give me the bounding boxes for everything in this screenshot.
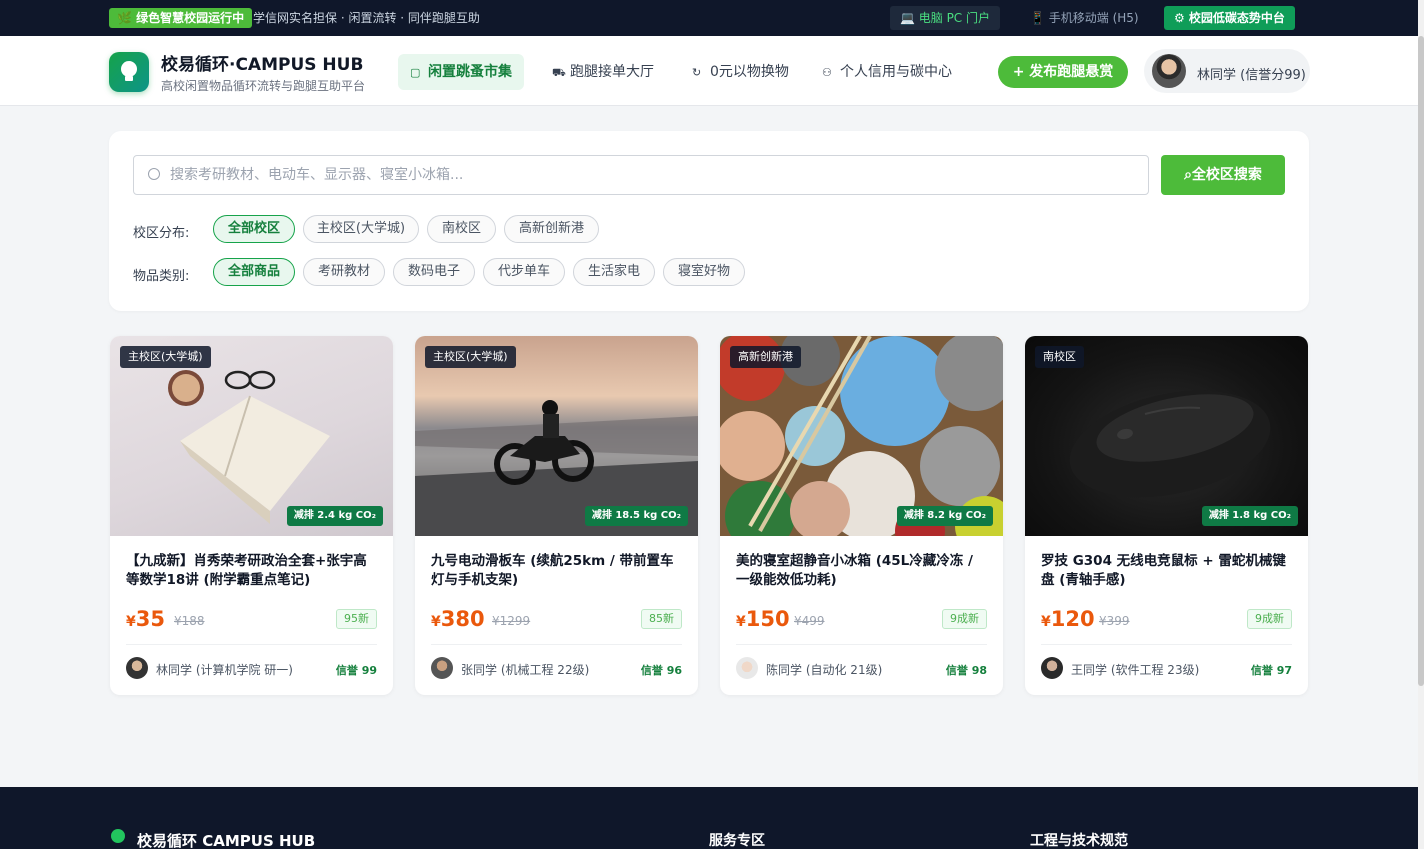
bulb-icon-base [125,76,133,81]
item-card[interactable]: 高新创新港 减排 8.2 kg CO₂ 美的寝室超静音小冰箱 (45L冷藏冷冻 … [720,336,1003,695]
scrollbar-thumb[interactable] [1418,36,1424,686]
item-title: 罗技 G304 无线电竞鼠标 + 雷蛇机械键盘 (青轴手感) [1041,553,1286,588]
nav-flea-market[interactable]: ▢ 闲置跳蚤市集 [398,54,524,90]
seller-info: 王同学 (软件工程 23级) [1071,663,1200,677]
eco-dashboard-button[interactable]: ⚙ 校园低碳态势中台 [1164,6,1295,30]
seller-avatar [126,657,148,679]
divider [431,644,682,645]
seller-credit: 信誉 96 [640,664,682,677]
item-title: 【九成新】肖秀荣考研政治全套+张宇高等数学18讲 (附学霸重点笔记) [126,553,367,588]
divider [126,644,377,645]
co2-badge: 减排 18.5 kg CO₂ [584,506,688,526]
nav-credit-center[interactable]: ⚇ 个人信用与碳中心 [810,54,964,90]
category-chip-dorm[interactable]: 寝室好物 [663,258,745,286]
campus-chip-all[interactable]: 全部校区 [213,215,295,243]
avatar [1152,54,1186,88]
category-chip-appliance[interactable]: 生活家电 [573,258,655,286]
item-card[interactable]: 主校区(大学城) 减排 18.5 kg CO₂ 九号电动滑板车 (续航25km … [415,336,698,695]
item-price: ¥35 [126,607,165,631]
category-chip-textbooks[interactable]: 考研教材 [303,258,385,286]
campus-chip-south[interactable]: 南校区 [427,215,496,243]
seller-info: 林同学 (计算机学院 研一) [156,663,293,677]
footer-specs-heading: 工程与技术规范 [1030,833,1128,849]
item-card[interactable]: 主校区(大学城) 减排 2.4 kg CO₂ 【九成新】肖秀荣考研政治全套+张宇… [110,336,393,695]
seller-info: 张同学 (机械工程 22级) [461,663,590,677]
category-chip-digital[interactable]: 数码电子 [393,258,475,286]
co2-badge: 减排 2.4 kg CO₂ [286,506,383,526]
item-title: 九号电动滑板车 (续航25km / 带前置车灯与手机支架) [431,553,674,588]
original-price: ¥188 [174,614,205,628]
search-button[interactable]: ⌕全校区搜索 [1161,155,1285,195]
search-input[interactable] [133,155,1149,195]
item-price: ¥120 [1041,607,1095,631]
seller-avatar [736,657,758,679]
footer-brand: 校易循环 CAMPUS HUB [137,832,316,849]
brand-subtitle: 高校闲置物品循环流转与跑腿互助平台 [161,79,366,93]
divider [736,644,987,645]
category-chip-bike[interactable]: 代步单车 [483,258,565,286]
campus-filter-label: 校区分布: [133,226,190,241]
seller-avatar [1041,657,1063,679]
nav-errand-hall[interactable]: ⛟ 跑腿接单大厅 [540,54,666,90]
seller-avatar [431,657,453,679]
original-price: ¥499 [794,614,825,628]
truck-icon: ⛟ [552,66,566,79]
item-image: 主校区(大学城) 减排 2.4 kg CO₂ [110,336,393,536]
campus-tag: 高新创新港 [730,346,801,368]
publish-errand-button[interactable]: + 发布跑腿悬赏 [998,56,1128,88]
item-title: 美的寝室超静音小冰箱 (45L冷藏冷冻 / 一级能效低功耗) [736,553,973,588]
item-image: 主校区(大学城) 减排 18.5 kg CO₂ [415,336,698,536]
condition-badge: 85新 [641,609,682,629]
bag-icon: ▢ [410,66,421,79]
footer-services-heading: 服务专区 [709,833,765,849]
category-filter-label: 物品类别: [133,269,190,284]
nav-barter[interactable]: ↻ 0元以物换物 [680,54,801,90]
seller-info: 陈同学 (自动化 21级) [766,663,883,677]
co2-badge: 减排 1.8 kg CO₂ [1201,506,1298,526]
item-price: ¥150 [736,607,790,631]
item-image: 高新创新港 减排 8.2 kg CO₂ [720,336,1003,556]
condition-badge: 9成新 [1247,609,1292,629]
campus-tag: 主校区(大学城) [120,346,211,368]
co2-badge: 减排 8.2 kg CO₂ [896,506,993,526]
item-image: 南校区 减排 1.8 kg CO₂ [1025,336,1308,536]
topbar-tagline: 学信网实名担保 · 闲置流转 · 同伴跑腿互助 [253,11,480,25]
campus-tag: 主校区(大学城) [425,346,516,368]
seller-credit: 信誉 97 [1250,664,1292,677]
condition-badge: 95新 [336,609,377,629]
campus-tag: 南校区 [1035,346,1084,368]
bulb-icon [111,829,125,843]
item-card[interactable]: 南校区 减排 1.8 kg CO₂ 罗技 G304 无线电竞鼠标 + 雷蛇机械键… [1025,336,1308,695]
bulb-icon [121,61,137,77]
original-price: ¥399 [1099,614,1130,628]
category-chip-all[interactable]: 全部商品 [213,258,295,286]
status-badge: 🌿 绿色智慧校园运行中 [109,8,253,28]
campus-chip-main[interactable]: 主校区(大学城) [303,215,419,243]
user-name: 林同学 (信誉分99) [1197,68,1306,83]
refresh-icon: ↻ [692,66,702,79]
original-price: ¥1299 [492,614,531,628]
user-icon: ⚇ [822,66,832,79]
pc-portal-button[interactable]: 💻 电脑 PC 门户 [890,6,1001,30]
divider [1041,644,1292,645]
mobile-h5-link[interactable]: 📱 手机移动端 (H5) [1020,6,1149,30]
condition-badge: 9成新 [942,609,987,629]
search-icon [148,168,160,180]
item-price: ¥380 [431,607,485,631]
seller-credit: 信誉 99 [335,664,377,677]
seller-credit: 信誉 98 [945,664,987,677]
brand-title: 校易循环·CAMPUS HUB [161,55,364,75]
campus-chip-hitech[interactable]: 高新创新港 [504,215,599,243]
